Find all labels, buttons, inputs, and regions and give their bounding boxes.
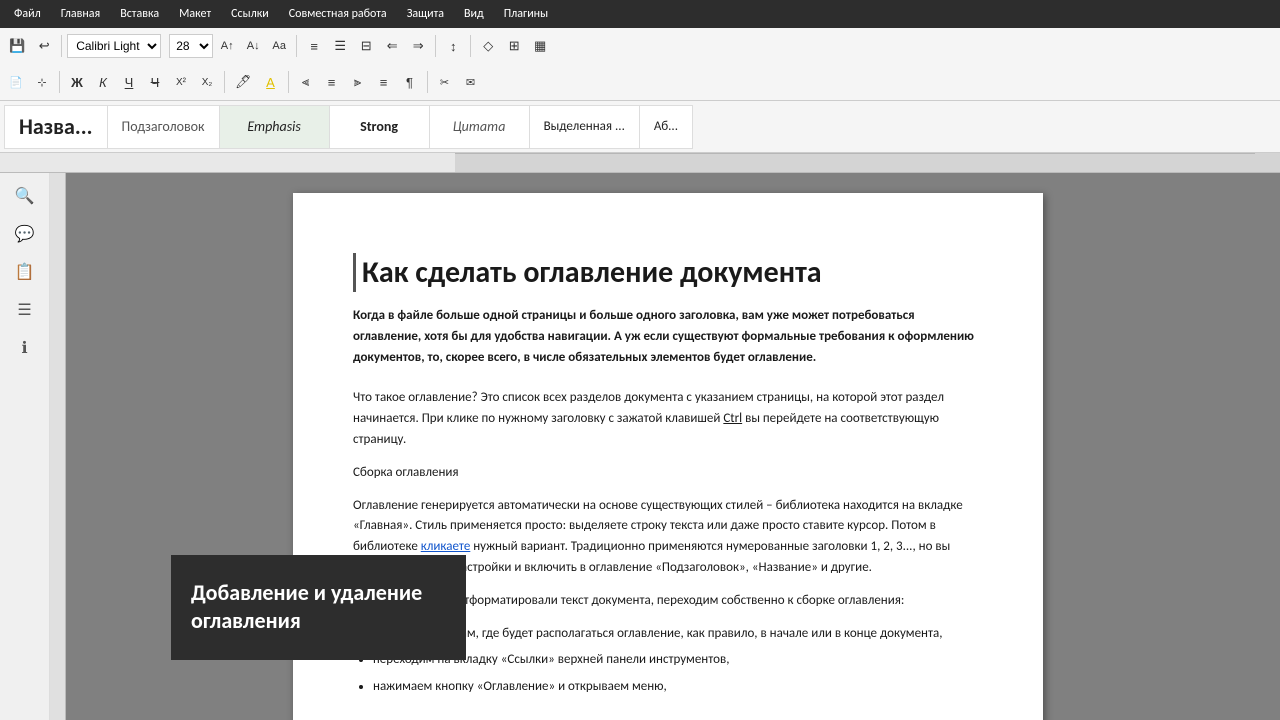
list-multi-btn[interactable]: ⊟ xyxy=(354,32,378,60)
increase-indent-btn[interactable]: ⇒ xyxy=(406,32,430,60)
toolbar-row2: 📄 ⊹ Ж К Ч Ч X² X₂ 🖊 A ⫷ ≡ ⫸ ≡ ¶ ✂ ✉ xyxy=(0,64,1280,100)
menu-layout[interactable]: Макет xyxy=(169,3,221,25)
menu-plugins[interactable]: Плагины xyxy=(494,3,558,25)
font-case-btn[interactable]: Аа xyxy=(267,32,291,60)
style-highlighted[interactable]: Выделенная ... xyxy=(529,105,639,149)
search-icon[interactable]: 🔍 xyxy=(10,181,40,211)
menu-insert[interactable]: Вставка xyxy=(110,3,169,25)
superscript-btn[interactable]: X² xyxy=(169,68,193,96)
italic-btn[interactable]: К xyxy=(91,68,115,96)
sep3 xyxy=(435,35,436,57)
ruler-scale xyxy=(455,153,1280,172)
left-sidebar: 🔍 💬 📋 ☰ ℹ xyxy=(0,173,50,720)
menu-view[interactable]: Вид xyxy=(454,3,494,25)
menu-references[interactable]: Ссылки xyxy=(221,3,279,25)
sep2 xyxy=(296,35,297,57)
sep5 xyxy=(59,71,60,93)
ruler-horizontal xyxy=(0,153,1280,173)
doc-area[interactable]: Добавление и удаление оглавления Как сде… xyxy=(66,173,1280,720)
main-area: 🔍 💬 📋 ☰ ℹ Добавление и удаление оглавлен… xyxy=(0,173,1280,720)
nav-icon[interactable]: ☰ xyxy=(10,295,40,325)
overlay-card: Добавление и удаление оглавления xyxy=(171,555,466,660)
style-paragraph[interactable]: Аб... xyxy=(639,105,693,149)
undo-btn[interactable]: ↩ xyxy=(32,32,56,60)
subscript-btn[interactable]: X₂ xyxy=(195,68,219,96)
font-inc-btn[interactable]: A↑ xyxy=(215,32,239,60)
strikethrough-btn[interactable]: Ч xyxy=(143,68,167,96)
style-subtitle[interactable]: Подзаголовок xyxy=(107,105,219,149)
sep6 xyxy=(224,71,225,93)
doc-para1: Что такое оглавление? Это список всех ра… xyxy=(353,388,983,450)
align-center-btn[interactable]: ≡ xyxy=(320,68,344,96)
style-strong[interactable]: Strong xyxy=(329,105,429,149)
doc-subheading: Сборка оглавления xyxy=(353,463,983,484)
list-item: нажимаем кнопку «Оглавление» и открываем… xyxy=(373,677,983,698)
menu-home[interactable]: Главная xyxy=(51,3,110,25)
pilcrow-btn[interactable]: ¶ xyxy=(398,68,422,96)
highlight-btn[interactable]: 🖊 xyxy=(230,68,257,96)
font-size-select[interactable]: 28 xyxy=(169,34,213,58)
decrease-indent-btn[interactable]: ⇐ xyxy=(380,32,404,60)
ruler-vertical xyxy=(50,173,66,720)
bold-btn[interactable]: Ж xyxy=(65,68,89,96)
toolbar-row1: 💾 ↩ Calibri Light 28 A↑ A↓ Аа ≡ ☰ ⊟ ⇐ ⇒ … xyxy=(0,28,1280,64)
toolbar: 💾 ↩ Calibri Light 28 A↑ A↓ Аа ≡ ☰ ⊟ ⇐ ⇒ … xyxy=(0,28,1280,101)
font-dec-btn[interactable]: A↓ xyxy=(241,32,265,60)
font-color-btn[interactable]: A xyxy=(259,68,283,96)
comment-icon[interactable]: 💬 xyxy=(10,219,40,249)
styles-bar: Назва... Подзаголовок Emphasis Strong Ци… xyxy=(0,101,1280,153)
document-intro: Когда в файле больше одной страницы и бо… xyxy=(353,306,983,368)
table-btn[interactable]: ⊞ xyxy=(502,32,526,60)
ctrl-key-text: Ctrl xyxy=(723,411,742,426)
menu-file[interactable]: Файл xyxy=(4,3,51,25)
email-btn[interactable]: ✉ xyxy=(459,68,483,96)
menu-protection[interactable]: Защита xyxy=(397,3,454,25)
new-btn[interactable]: 📄 xyxy=(4,68,28,96)
list-numbered-btn[interactable]: ☰ xyxy=(328,32,352,60)
clipboard-icon[interactable]: 📋 xyxy=(10,257,40,287)
image-btn[interactable]: ▦ xyxy=(528,32,552,60)
sep8 xyxy=(427,71,428,93)
save-btn[interactable]: 💾 xyxy=(4,32,30,60)
copy-format-btn[interactable]: ✂ xyxy=(433,68,457,96)
font-name-select[interactable]: Calibri Light xyxy=(67,34,161,58)
list-bullets-btn[interactable]: ≡ xyxy=(302,32,326,60)
overlay-card-text: Добавление и удаление оглавления xyxy=(191,579,422,635)
style-emphasis[interactable]: Emphasis xyxy=(219,105,329,149)
sep1 xyxy=(61,35,62,57)
style-title[interactable]: Назва... xyxy=(4,105,107,149)
shapes-btn[interactable]: ◇ xyxy=(476,32,500,60)
align-left-btn[interactable]: ⫷ xyxy=(294,68,318,96)
align-justify-btn[interactable]: ≡ xyxy=(372,68,396,96)
sep4 xyxy=(470,35,471,57)
align-right-btn[interactable]: ⫸ xyxy=(346,68,370,96)
clickaete-link[interactable]: кликаете xyxy=(421,539,471,554)
document-title: Как сделать оглавление документа xyxy=(353,253,983,292)
menu-bar: Файл Главная Вставка Макет Ссылки Совмес… xyxy=(0,0,1280,28)
line-spacing-btn[interactable]: ↕ xyxy=(441,32,465,60)
menu-collab[interactable]: Совместная работа xyxy=(279,3,397,25)
sep7 xyxy=(288,71,289,93)
underline-btn[interactable]: Ч xyxy=(117,68,141,96)
style-quote[interactable]: Цитата xyxy=(429,105,529,149)
info-icon[interactable]: ℹ xyxy=(10,333,40,363)
select-btn[interactable]: ⊹ xyxy=(30,68,54,96)
